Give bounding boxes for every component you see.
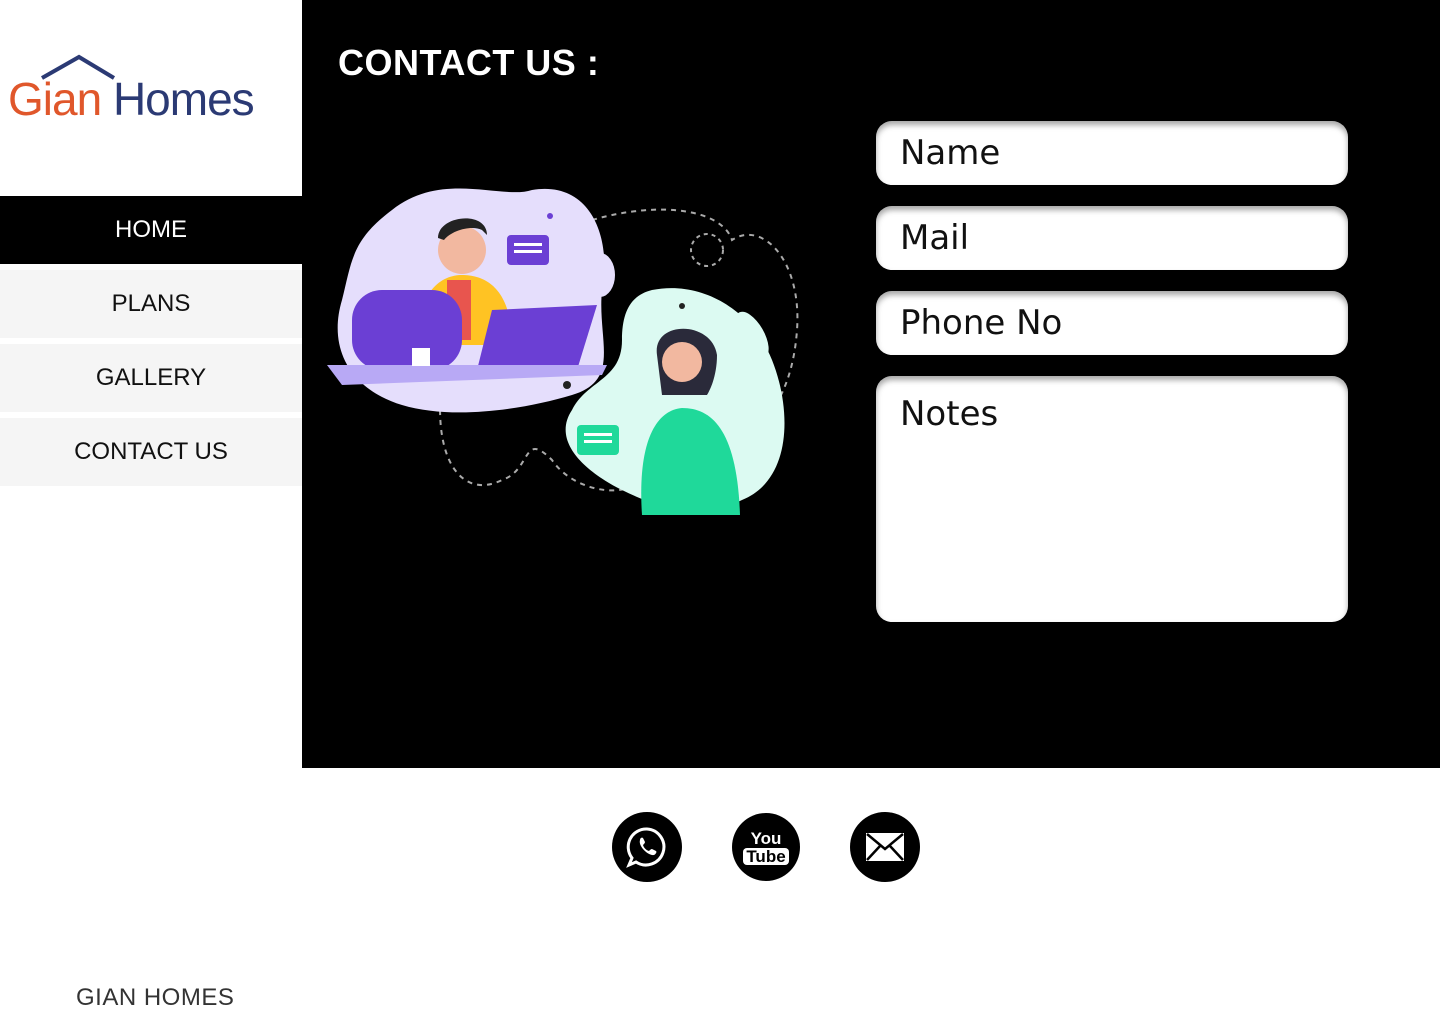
footer-brand: GIAN HOMES (76, 984, 235, 1011)
name-field[interactable]: Name (876, 121, 1348, 185)
logo[interactable]: Gian Homes (0, 0, 302, 196)
mail-field[interactable]: Mail (876, 206, 1348, 270)
nav-item-contact-us[interactable]: CONTACT US (0, 418, 302, 486)
mail-button[interactable] (850, 812, 920, 882)
contact-illustration (327, 188, 799, 515)
whatsapp-button[interactable] (612, 812, 682, 882)
mail-icon (866, 833, 904, 861)
notes-field[interactable]: Notes (876, 376, 1348, 622)
page-title: CONTACT US : (338, 42, 600, 83)
whatsapp-icon (626, 827, 666, 868)
phone-field[interactable]: Phone No (876, 291, 1348, 355)
youtube-button[interactable]: You Tube (732, 813, 800, 881)
contact-panel: CONTACT US : Name Mail Phone No Notes (302, 0, 1440, 768)
nav-item-gallery[interactable]: GALLERY (0, 344, 302, 412)
nav-item-plans[interactable]: PLANS (0, 270, 302, 338)
youtube-icon: You Tube (743, 830, 789, 865)
logo-text: Gian Homes (8, 73, 255, 125)
sidebar-nav: HOME PLANS GALLERY CONTACT US (0, 196, 302, 492)
nav-item-home[interactable]: HOME (0, 196, 302, 264)
